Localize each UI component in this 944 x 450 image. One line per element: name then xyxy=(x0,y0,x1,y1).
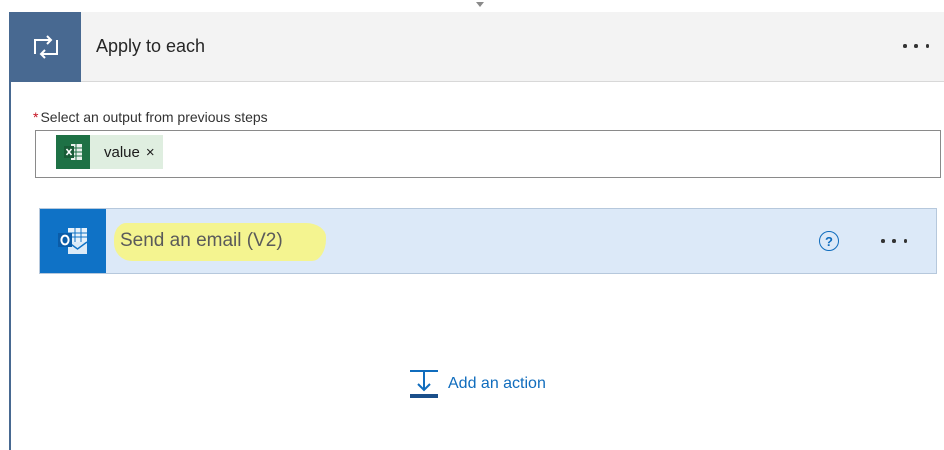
send-email-action-card[interactable]: Send an email (V2) ? xyxy=(39,208,937,274)
more-dot-icon xyxy=(892,239,896,243)
required-marker: * xyxy=(33,109,39,125)
scope-header[interactable]: Apply to each xyxy=(11,12,944,82)
top-strip xyxy=(0,0,944,8)
add-an-action-button[interactable]: Add an action xyxy=(407,368,546,404)
more-dot-icon xyxy=(925,44,929,48)
field-label: * Select an output from previous steps xyxy=(33,109,268,125)
output-select-field[interactable]: value × xyxy=(35,130,941,178)
connector-arrow-icon xyxy=(476,2,484,7)
action-more-options-button[interactable] xyxy=(878,229,910,253)
add-action-label: Add an action xyxy=(448,375,546,392)
outlook-icon xyxy=(40,209,106,273)
action-title[interactable]: Send an email (V2) xyxy=(120,230,283,252)
token-label: value xyxy=(104,143,140,161)
more-dot-icon xyxy=(881,239,885,243)
field-label-text: Select an output from previous steps xyxy=(40,109,268,125)
more-dot-icon xyxy=(903,44,907,48)
add-action-icon xyxy=(407,367,441,406)
excel-icon xyxy=(56,135,90,169)
value-token[interactable]: value × xyxy=(56,135,163,169)
token-remove-button[interactable]: × xyxy=(146,144,155,161)
scope-more-options-button[interactable] xyxy=(900,34,932,58)
apply-to-each-scope: Apply to each * Select an output from pre… xyxy=(9,12,944,450)
more-dot-icon xyxy=(903,239,907,243)
scope-title: Apply to each xyxy=(96,36,206,56)
more-dot-icon xyxy=(914,44,918,48)
help-icon[interactable]: ? xyxy=(819,231,839,251)
loop-icon xyxy=(11,12,81,82)
